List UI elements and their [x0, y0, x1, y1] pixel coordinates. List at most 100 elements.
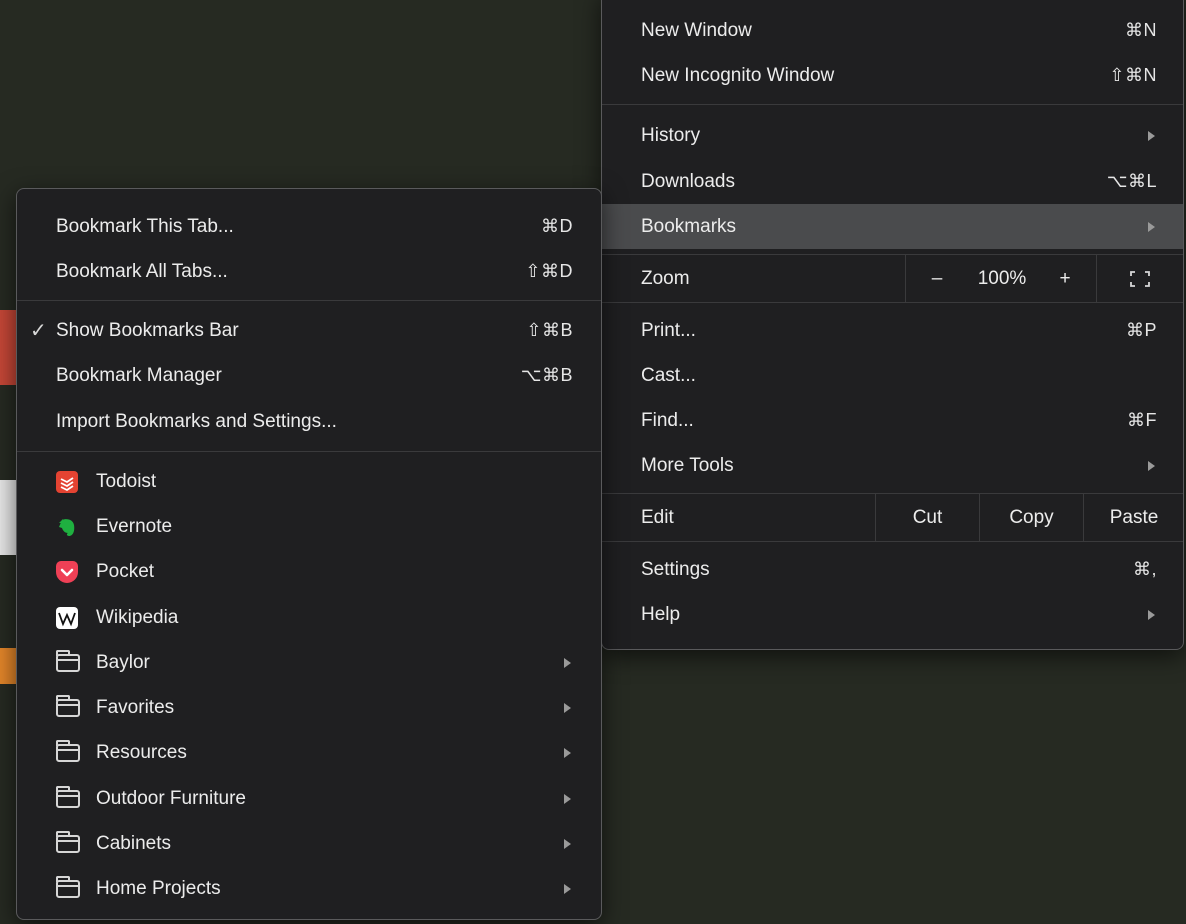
menu-item-more-tools[interactable]: More Tools [602, 443, 1183, 488]
bookmark-label: Evernote [96, 515, 173, 537]
submenu-arrow-icon [564, 883, 571, 894]
separator [602, 104, 1183, 105]
bookmark-manager-item[interactable]: Bookmark Manager ⌥⌘B [17, 353, 601, 398]
folder-icon [56, 694, 80, 717]
chrome-main-menu: New Window ⌘N New Incognito Window ⇧⌘N H… [601, 0, 1184, 650]
shortcut: ⌥⌘B [520, 365, 573, 385]
submenu-arrow-icon [564, 702, 571, 713]
folder-resources[interactable]: Resources [17, 730, 601, 775]
fullscreen-button[interactable] [1110, 256, 1170, 302]
submenu-arrow-icon [564, 793, 571, 804]
folder-outdoor-furniture[interactable]: Outdoor Furniture [17, 776, 601, 821]
folder-label: Baylor [96, 651, 150, 673]
menu-item-bookmarks[interactable]: Bookmarks [602, 204, 1183, 249]
zoom-out-button[interactable]: – [922, 256, 952, 302]
folder-icon [56, 739, 80, 762]
separator [17, 451, 601, 452]
bookmark-label: Todoist [96, 470, 157, 492]
bookmark-all-tabs-item[interactable]: Bookmark All Tabs... ⇧⌘D [17, 249, 601, 294]
folder-label: Home Projects [96, 877, 221, 899]
separator [17, 300, 601, 301]
zoom-in-button[interactable]: + [1050, 256, 1080, 302]
menu-item-label: Bookmark Manager [56, 364, 222, 386]
menu-item-new-incognito-window[interactable]: New Incognito Window ⇧⌘N [602, 53, 1183, 98]
folder-cabinets[interactable]: Cabinets [17, 821, 601, 866]
menu-item-label: Downloads [641, 170, 735, 192]
menu-item-label: Settings [641, 558, 710, 580]
submenu-arrow-icon [564, 747, 571, 758]
paste-button[interactable]: Paste [1084, 495, 1184, 541]
shortcut: ⌘P [1125, 320, 1157, 340]
shortcut: ⇧⌘N [1109, 65, 1157, 85]
shortcut: ⌥⌘L [1106, 171, 1157, 191]
todoist-icon [56, 470, 78, 493]
menu-item-label: Bookmark All Tabs... [56, 260, 228, 282]
menu-item-new-window[interactable]: New Window ⌘N [602, 8, 1183, 53]
menu-item-label: More Tools [641, 454, 734, 476]
shortcut: ⇧⌘B [526, 320, 573, 340]
menu-item-label: Find... [641, 409, 694, 431]
folder-favorites[interactable]: Favorites [17, 685, 601, 730]
bookmark-wikipedia[interactable]: Wikipedia [17, 595, 601, 640]
shortcut: ⌘D [541, 216, 573, 236]
folder-label: Favorites [96, 696, 175, 718]
submenu-arrow-icon [1148, 460, 1155, 471]
folder-icon [56, 785, 80, 808]
folder-icon [56, 875, 80, 898]
folder-label: Outdoor Furniture [96, 787, 246, 809]
cut-button[interactable]: Cut [876, 495, 979, 541]
show-bookmarks-bar-item[interactable]: ✓ Show Bookmarks Bar ⇧⌘B [17, 308, 601, 353]
bookmark-pocket[interactable]: Pocket [17, 549, 601, 594]
wikipedia-icon [56, 606, 78, 629]
folder-label: Resources [96, 741, 187, 763]
divider [1096, 254, 1097, 303]
menu-item-downloads[interactable]: Downloads ⌥⌘L [602, 159, 1183, 204]
separator [602, 493, 1183, 494]
submenu-arrow-icon [1148, 609, 1155, 620]
background-orange-fragment [0, 648, 16, 684]
zoom-level: 100% [977, 268, 1027, 289]
separator [602, 541, 1183, 542]
submenu-arrow-icon [1148, 221, 1155, 232]
menu-item-history[interactable]: History [602, 113, 1183, 158]
shortcut: ⌘N [1125, 20, 1157, 40]
menu-item-label: Import Bookmarks and Settings... [56, 410, 337, 432]
bookmark-evernote[interactable]: Evernote [17, 504, 601, 549]
submenu-arrow-icon [1148, 130, 1155, 141]
folder-home-projects[interactable]: Home Projects [17, 866, 601, 911]
divider [905, 254, 906, 303]
menu-item-label: Show Bookmarks Bar [56, 319, 239, 341]
bookmark-label: Wikipedia [96, 606, 179, 628]
submenu-arrow-icon [564, 657, 571, 668]
background-page-left-panel [0, 480, 16, 555]
background-red-fragment [0, 310, 16, 385]
copy-button[interactable]: Copy [980, 495, 1083, 541]
bookmark-label: Pocket [96, 560, 155, 582]
bookmarks-submenu: Bookmark This Tab... ⌘D Bookmark All Tab… [16, 188, 602, 920]
menu-item-print[interactable]: Print... ⌘P [602, 308, 1183, 353]
menu-item-cast[interactable]: Cast... [602, 353, 1183, 398]
menu-item-label: New Incognito Window [641, 64, 835, 86]
menu-item-help[interactable]: Help [602, 592, 1183, 637]
submenu-arrow-icon [564, 838, 571, 849]
menu-item-find[interactable]: Find... ⌘F [602, 398, 1183, 443]
menu-item-settings[interactable]: Settings ⌘, [602, 547, 1183, 592]
separator [602, 302, 1183, 303]
folder-icon [56, 649, 80, 672]
folder-label: Cabinets [96, 832, 171, 854]
import-bookmarks-item[interactable]: Import Bookmarks and Settings... [17, 399, 601, 444]
evernote-icon [56, 516, 78, 538]
menu-item-label: Bookmark This Tab... [56, 215, 234, 237]
shortcut: ⌘F [1127, 410, 1157, 430]
bookmark-this-tab-item[interactable]: Bookmark This Tab... ⌘D [17, 204, 601, 249]
checkmark-icon: ✓ [30, 320, 47, 342]
menu-item-label: Help [641, 603, 681, 625]
pocket-icon [56, 560, 78, 583]
shortcut: ⇧⌘D [525, 261, 573, 281]
folder-baylor[interactable]: Baylor [17, 640, 601, 685]
shortcut: ⌘, [1132, 559, 1157, 579]
menu-item-label: Print... [641, 319, 696, 341]
menu-item-label: Bookmarks [641, 215, 737, 237]
bookmark-todoist[interactable]: Todoist [17, 459, 601, 504]
fullscreen-icon [1130, 271, 1150, 287]
